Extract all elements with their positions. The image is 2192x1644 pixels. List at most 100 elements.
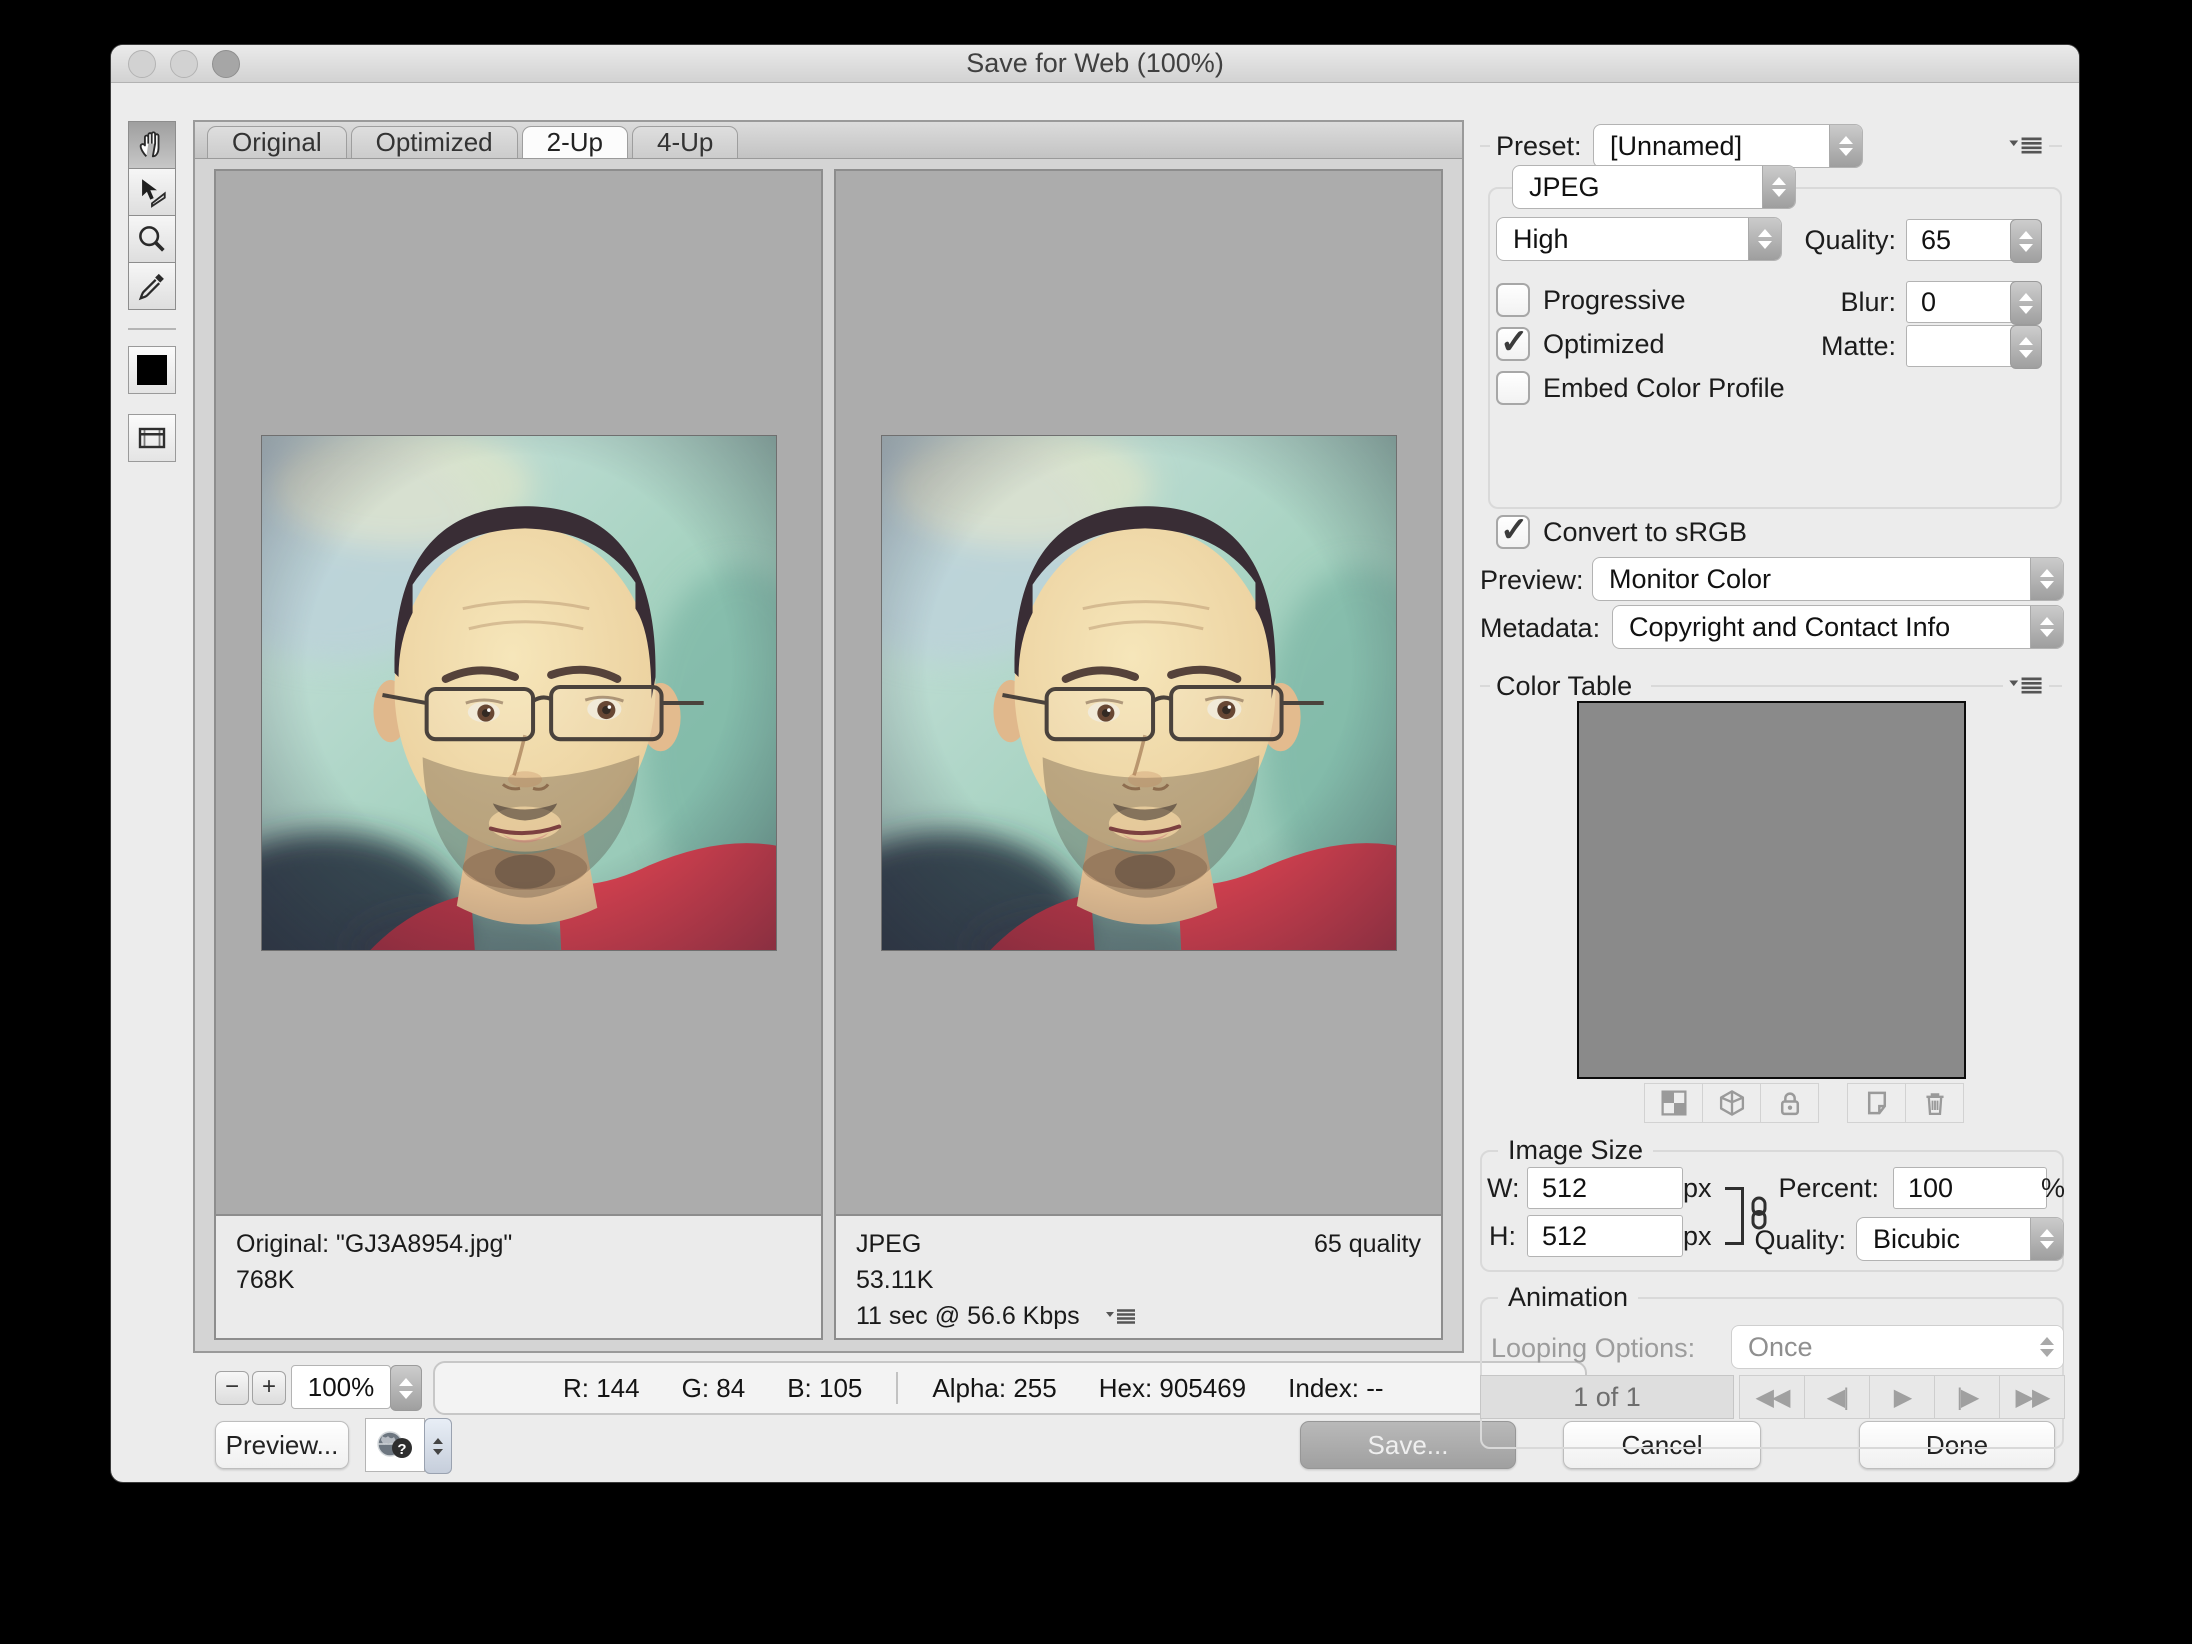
convert-to-srgb-checkbox[interactable] bbox=[1496, 515, 1530, 549]
eyedropper-tool-button[interactable] bbox=[128, 262, 176, 310]
select-browser-button[interactable]: ? bbox=[365, 1418, 425, 1472]
swatch-section bbox=[128, 328, 176, 462]
color-table-divider-left bbox=[1480, 685, 1490, 687]
optimized-image-area[interactable] bbox=[836, 171, 1441, 1214]
zoom-in-button[interactable]: + bbox=[252, 1371, 286, 1405]
preview-in-browser-button[interactable]: Preview... bbox=[215, 1421, 349, 1469]
color-table-title: Color Table bbox=[1496, 671, 1632, 702]
metadata-popup-arrows-icon bbox=[2030, 606, 2063, 648]
original-preview-image bbox=[262, 436, 776, 950]
lock-icon bbox=[1776, 1089, 1804, 1117]
progressive-checkbox[interactable] bbox=[1496, 283, 1530, 317]
embed-color-profile-label: Embed Color Profile bbox=[1543, 373, 1785, 404]
rewind-button[interactable]: ◀◀ bbox=[1739, 1375, 1805, 1419]
original-pane: Original: "GJ3A8954.jpg" 768K bbox=[214, 169, 823, 1340]
original-filesize: 768K bbox=[236, 1262, 801, 1298]
quality-field[interactable]: 65 bbox=[1906, 219, 2022, 261]
image-size-title: Image Size bbox=[1498, 1135, 1653, 1166]
preview-label: Preview: bbox=[1480, 565, 1584, 596]
height-label: H: bbox=[1489, 1221, 1516, 1252]
prev-frame-button[interactable]: ◀| bbox=[1804, 1375, 1870, 1419]
resample-quality-label: Quality: bbox=[1686, 1225, 1846, 1256]
preview-canvas: Original: "GJ3A8954.jpg" 768K JPEG 65 qu… bbox=[195, 159, 1462, 1351]
resample-quality-popup[interactable]: Bicubic bbox=[1856, 1217, 2064, 1261]
browser-list-stepper[interactable] bbox=[424, 1418, 452, 1474]
quality-label: Quality: bbox=[1736, 225, 1896, 256]
optimized-format: JPEG bbox=[856, 1226, 921, 1262]
optimize-menu-icon[interactable] bbox=[2009, 135, 2043, 155]
matte-field[interactable] bbox=[1906, 325, 2022, 367]
quality-stepper[interactable] bbox=[2010, 219, 2042, 263]
hand-tool-button[interactable] bbox=[128, 121, 176, 169]
play-button[interactable]: ▶ bbox=[1869, 1375, 1935, 1419]
window-title: Save for Web (100%) bbox=[111, 45, 2079, 82]
tab-2up[interactable]: 2-Up bbox=[522, 126, 628, 158]
lock-color-button[interactable] bbox=[1760, 1083, 1819, 1123]
view-tabs: Original Optimized 2-Up 4-Up bbox=[195, 122, 1462, 159]
transparency-checker-icon bbox=[1661, 1090, 1687, 1116]
tab-original[interactable]: Original bbox=[207, 126, 347, 158]
width-label: W: bbox=[1487, 1173, 1520, 1204]
slice-select-tool-button[interactable] bbox=[128, 168, 176, 216]
toggle-slices-visibility-button[interactable] bbox=[128, 414, 176, 462]
next-frame-button[interactable]: |▶ bbox=[1934, 1375, 2000, 1419]
color-readout-bar: R: 144 G: 84 B: 105 Alpha: 255 Hex: 9054… bbox=[433, 1361, 1587, 1415]
optimized-download-time: 11 sec @ 56.6 Kbps bbox=[856, 1298, 1080, 1334]
eyedropper-icon bbox=[135, 269, 169, 303]
preview-area: Original Optimized 2-Up 4-Up Original: "… bbox=[193, 120, 1464, 1353]
optimized-label: Optimized bbox=[1543, 329, 1665, 360]
blur-stepper[interactable] bbox=[2010, 281, 2042, 325]
trash-icon bbox=[1921, 1089, 1949, 1117]
preset-divider-left bbox=[1480, 145, 1490, 147]
playback-controls: ◀◀◀|▶|▶▶▶ bbox=[1740, 1375, 2065, 1419]
optimized-quality: 65 quality bbox=[1314, 1226, 1421, 1262]
color-table-swatches[interactable] bbox=[1577, 701, 1966, 1079]
browser-globe-icon: ? bbox=[374, 1427, 416, 1463]
hand-icon bbox=[135, 128, 169, 162]
matte-stepper[interactable] bbox=[2010, 325, 2042, 369]
embed-color-profile-checkbox[interactable] bbox=[1496, 371, 1530, 405]
web-shift-button[interactable] bbox=[1702, 1083, 1761, 1123]
blur-field[interactable]: 0 bbox=[1906, 281, 2022, 323]
height-field[interactable]: 512 bbox=[1527, 1215, 1683, 1257]
readout-b: B: 105 bbox=[787, 1373, 862, 1404]
new-item-icon bbox=[1863, 1089, 1891, 1117]
looping-options-label: Looping Options: bbox=[1491, 1333, 1695, 1364]
download-speed-menu-icon[interactable] bbox=[1106, 1307, 1136, 1325]
matte-color-swatch[interactable] bbox=[128, 346, 176, 394]
percent-field[interactable]: 100 bbox=[1893, 1167, 2047, 1209]
desktop: { "window": { "title": "Save for Web (10… bbox=[0, 0, 2192, 1644]
color-table-divider-mid bbox=[1651, 685, 2003, 687]
readout-r: R: 144 bbox=[563, 1373, 640, 1404]
resample-popup-arrows-icon bbox=[2030, 1218, 2063, 1260]
original-info-bar: Original: "GJ3A8954.jpg" 768K bbox=[216, 1214, 821, 1338]
width-field[interactable]: 512 bbox=[1527, 1167, 1683, 1209]
frame-counter: 1 of 1 bbox=[1480, 1375, 1734, 1419]
zoom-level-field[interactable]: 100% bbox=[291, 1365, 391, 1409]
convert-to-srgb-label: Convert to sRGB bbox=[1543, 517, 1747, 548]
metadata-popup[interactable]: Copyright and Contact Info bbox=[1612, 605, 2064, 649]
optimized-preview-image bbox=[882, 436, 1396, 950]
new-color-button[interactable] bbox=[1847, 1083, 1906, 1123]
percent-unit: % bbox=[2041, 1173, 2065, 1204]
fast-forward-button[interactable]: ▶▶ bbox=[1999, 1375, 2065, 1419]
tab-optimized[interactable]: Optimized bbox=[351, 126, 518, 158]
tab-4up[interactable]: 4-Up bbox=[632, 126, 738, 158]
color-table-menu-icon[interactable] bbox=[2009, 675, 2043, 695]
original-image-area[interactable] bbox=[216, 171, 821, 1214]
delete-color-button[interactable] bbox=[1905, 1083, 1964, 1123]
cube-icon bbox=[1718, 1089, 1746, 1117]
format-popup[interactable]: JPEG bbox=[1512, 165, 1796, 209]
preset-popup[interactable]: [Unnamed] bbox=[1593, 124, 1863, 168]
zoom-level-stepper[interactable] bbox=[390, 1365, 422, 1411]
zoom-tool-button[interactable] bbox=[128, 215, 176, 263]
preview-popup[interactable]: Monitor Color bbox=[1592, 557, 2064, 601]
optimized-filesize: 53.11K bbox=[856, 1262, 1421, 1298]
zoom-out-button[interactable]: − bbox=[215, 1371, 249, 1405]
map-transparency-button[interactable] bbox=[1644, 1083, 1703, 1123]
optimized-checkbox[interactable] bbox=[1496, 327, 1530, 361]
title-bar[interactable]: Save for Web (100%) bbox=[111, 45, 2079, 83]
readout-divider bbox=[896, 1372, 898, 1404]
tool-column bbox=[128, 122, 176, 462]
looping-options-popup[interactable]: Once bbox=[1731, 1325, 2064, 1369]
